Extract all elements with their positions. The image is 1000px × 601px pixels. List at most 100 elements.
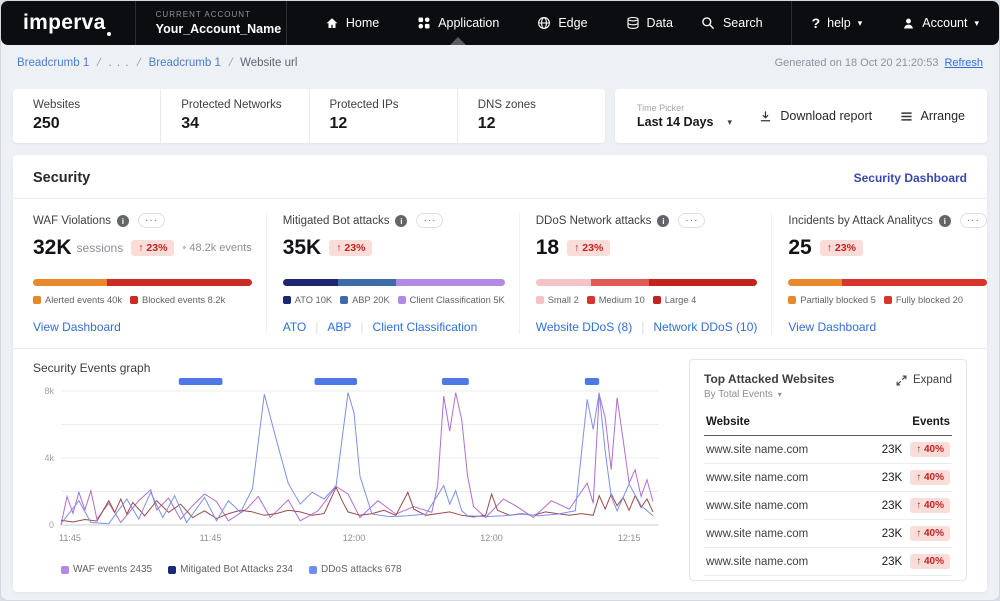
toolbar-card: Time Picker Last 14 Days ▾ Download repo…	[615, 89, 987, 143]
download-report-button[interactable]: Download report	[759, 109, 872, 123]
home-icon	[325, 16, 339, 30]
breadcrumb: Breadcrumb 1/. . ./Breadcrumb 1/Website …	[17, 57, 297, 69]
nav-right: Search ? help ▾ Account ▾	[673, 1, 999, 45]
bar-segment	[283, 279, 339, 286]
legend-item: Blocked events 8.2k	[130, 295, 225, 305]
card-title-row: Mitigated Bot attacksi···	[283, 213, 505, 228]
card-link[interactable]: Client Classification	[373, 320, 478, 334]
graph-title: Security Events graph	[33, 361, 673, 375]
account-menu[interactable]: Account ▾	[882, 1, 999, 45]
breadcrumb-item: . . .	[108, 57, 129, 69]
nav-items: Home Application Edge Data	[325, 1, 673, 45]
attack-annotation-bar[interactable]	[585, 378, 599, 385]
nav-item-edge[interactable]: Edge	[537, 1, 587, 45]
search-button[interactable]: Search	[673, 1, 791, 45]
legend-swatch	[130, 296, 138, 304]
stat-protected-networks[interactable]: Protected Networks34	[161, 89, 309, 143]
website-cell[interactable]: www.site name.com	[706, 500, 808, 512]
card-title-row: Incidents by Attack Analitycs i ···	[788, 213, 986, 228]
card-title: Incidents by Attack Analitycs	[788, 215, 932, 227]
application-icon	[417, 16, 431, 30]
info-icon[interactable]: i	[657, 215, 669, 227]
card-title: WAF Violations	[33, 215, 111, 227]
attack-annotation-bar[interactable]	[315, 378, 357, 385]
download-report-label: Download report	[780, 109, 872, 123]
legend-item: ATO 10K	[283, 295, 332, 305]
website-cell[interactable]: www.site name.com	[706, 472, 808, 484]
events-cell: 23K↑ 40%	[882, 470, 950, 485]
stacked-bar	[283, 279, 505, 286]
card-links: Website DDoS (8)|Network DDoS (10)	[536, 320, 758, 334]
card-link[interactable]: View Dashboard	[33, 320, 121, 334]
trend-badge: ↑ 23%	[329, 240, 372, 256]
sort-selector[interactable]: By Total Events ▾	[704, 389, 834, 400]
expand-button[interactable]: Expand	[896, 374, 952, 386]
legend-label: Fully blocked 20	[896, 295, 963, 305]
attack-annotation-bar[interactable]	[442, 378, 469, 385]
metric-extra: 48.2k events	[182, 242, 251, 254]
current-account-switcher[interactable]: CURRENT ACCOUNT Your_Account_Name	[135, 1, 287, 45]
legend-swatch	[33, 296, 41, 304]
events-value: 23K	[882, 500, 902, 512]
events-cell: 23K↑ 40%	[882, 554, 950, 569]
stat-websites[interactable]: Websites250	[13, 89, 161, 143]
bar-segment	[842, 279, 987, 286]
more-options-button[interactable]: ···	[960, 213, 987, 228]
more-options-button[interactable]: ···	[138, 213, 165, 228]
info-icon[interactable]: i	[395, 215, 407, 227]
card-link[interactable]: View Dashboard	[788, 320, 876, 334]
card-link[interactable]: Website DDoS (8)	[536, 320, 632, 334]
legend-swatch	[61, 566, 69, 574]
refresh-link[interactable]: Refresh	[944, 57, 983, 69]
stacked-bar	[788, 279, 986, 286]
legend-item: Alerted events 40k	[33, 295, 122, 305]
table-row[interactable]: www.site name.com23K↑ 40%	[704, 492, 952, 520]
website-cell[interactable]: www.site name.com	[706, 556, 808, 568]
chevron-down-icon: ▾	[858, 18, 863, 29]
imperva-logo[interactable]: imperva	[1, 1, 135, 45]
security-dashboard-link[interactable]: Security Dashboard	[854, 171, 967, 185]
generated-timestamp: Generated on 18 Oct 20 21:20:53	[775, 57, 939, 69]
bar-legend: Alerted events 40k Blocked events 8.2k	[33, 295, 252, 305]
nav-item-home[interactable]: Home	[325, 1, 379, 45]
bar-segment	[396, 279, 505, 286]
card-link[interactable]: ABP	[327, 320, 351, 334]
x-tick-label: 12:00	[480, 533, 503, 543]
stat-value: 12	[478, 115, 585, 133]
arrange-icon	[900, 110, 913, 123]
time-picker[interactable]: Time Picker Last 14 Days ▾	[637, 103, 732, 129]
stat-dns-zones[interactable]: DNS zones12	[458, 89, 605, 143]
chart-legend-label: DDoS attacks 678	[321, 564, 402, 575]
metric-value: 25	[788, 236, 811, 260]
arrange-button[interactable]: Arrange	[900, 109, 965, 123]
events-value: 23K	[882, 444, 902, 456]
card-link[interactable]: Network DDoS (10)	[653, 320, 757, 334]
stat-value: 12	[330, 115, 437, 133]
nav-item-application[interactable]: Application	[417, 1, 499, 45]
info-icon[interactable]: i	[939, 215, 951, 227]
legend-item: Client Classification 5K	[398, 295, 505, 305]
breadcrumb-item[interactable]: Breadcrumb 1	[149, 57, 221, 69]
legend-label: Alerted events 40k	[45, 295, 122, 305]
more-options-button[interactable]: ···	[678, 213, 705, 228]
table-row[interactable]: www.site name.com23K↑ 40%	[704, 436, 952, 464]
card-link[interactable]: ATO	[283, 320, 307, 334]
table-row[interactable]: www.site name.com 23K↑ 40%	[704, 548, 952, 576]
table-row[interactable]: www.site name.com23K↑ 40%	[704, 520, 952, 548]
nav-item-data[interactable]: Data	[626, 1, 673, 45]
breadcrumb-bar: Breadcrumb 1/. . ./Breadcrumb 1/Website …	[1, 45, 999, 81]
bar-segment	[649, 279, 758, 286]
account-menu-label: Account	[922, 16, 967, 30]
breadcrumb-item[interactable]: Breadcrumb 1	[17, 57, 89, 69]
help-menu[interactable]: ? help ▾	[792, 1, 883, 45]
more-options-button[interactable]: ···	[416, 213, 443, 228]
info-icon[interactable]: i	[117, 215, 129, 227]
y-tick-label: 0	[49, 520, 54, 530]
chevron-down-icon: ▾	[727, 117, 732, 128]
website-cell[interactable]: www.site name.com	[706, 444, 808, 456]
stacked-bar	[33, 279, 252, 286]
attack-annotation-bar[interactable]	[179, 378, 223, 385]
website-cell[interactable]: www.site name.com	[706, 528, 808, 540]
stat-protected-ips[interactable]: Protected IPs12	[310, 89, 458, 143]
table-row[interactable]: www.site name.com 23K↑ 40%	[704, 464, 952, 492]
